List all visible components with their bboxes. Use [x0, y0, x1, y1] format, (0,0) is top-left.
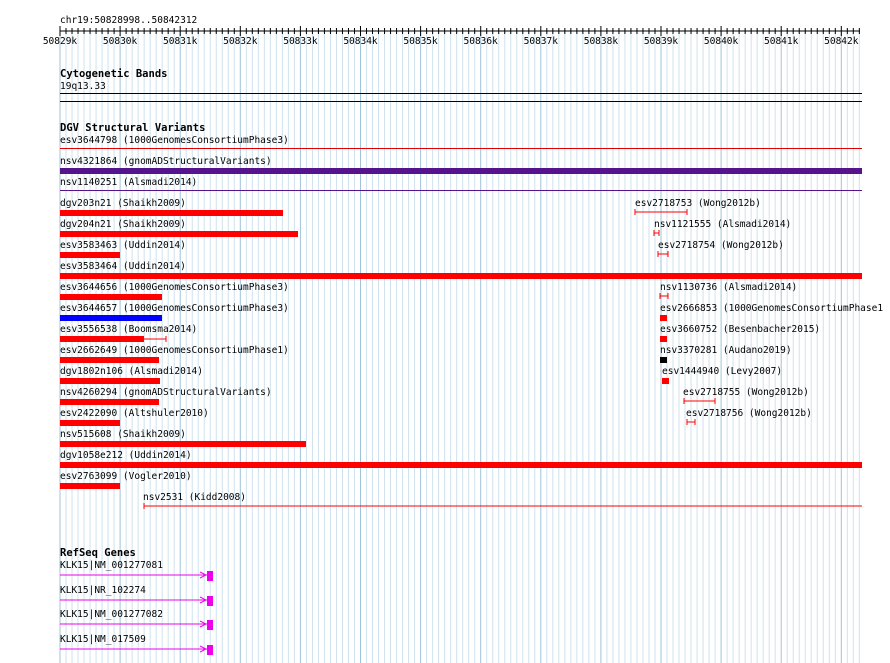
ruler-tick-label: 50840k	[703, 36, 739, 47]
dgv-track-title: DGV Structural Variants	[60, 122, 206, 134]
dgv-feature-bar[interactable]	[60, 294, 162, 300]
dgv-feature-bar[interactable]	[60, 336, 144, 342]
dgv-feature-bar[interactable]	[60, 168, 862, 174]
dgv-feature-label[interactable]: nsv3370281 (Audano2019)	[660, 345, 792, 356]
dgv-feature-label[interactable]: dgv204n21 (Shaikh2009)	[60, 219, 186, 230]
ruler-tick-label: 50829k	[42, 36, 78, 47]
refseq-gene-model[interactable]	[60, 594, 216, 608]
dgv-feature-label[interactable]: esv3644798 (1000GenomesConsortiumPhase3)	[60, 135, 289, 146]
ruler-tick-label: 50836k	[463, 36, 498, 47]
dgv-feature-label[interactable]: esv2718756 (Wong2012b)	[686, 408, 812, 419]
dgv-feature-label[interactable]: dgv1802n106 (Alsmadi2014)	[60, 366, 203, 377]
dgv-feature-bar[interactable]	[60, 441, 306, 447]
dgv-feature-label[interactable]: esv2763099 (Vogler2010)	[60, 471, 192, 482]
dgv-feature-whisker[interactable]	[657, 250, 671, 258]
dgv-feature-bar[interactable]	[662, 378, 669, 384]
dgv-feature-bar[interactable]	[60, 273, 862, 279]
dgv-feature-label[interactable]: esv3644656 (1000GenomesConsortiumPhase3)	[60, 282, 289, 293]
refseq-gene-model[interactable]	[60, 643, 216, 657]
dgv-feature-label[interactable]: esv2718754 (Wong2012b)	[658, 240, 784, 251]
dgv-feature-whisker[interactable]	[634, 208, 690, 216]
dgv-feature-bar[interactable]	[60, 483, 120, 489]
dgv-feature-bar[interactable]	[60, 420, 120, 426]
dgv-feature-bar[interactable]	[660, 336, 667, 342]
genome-browser-panel: chr19:50828998..50842312 50829k 50830k 508…	[0, 0, 890, 663]
dgv-feature-whisker[interactable]	[683, 397, 719, 405]
dgv-feature-label[interactable]: esv2662649 (1000GenomesConsortiumPhase1)	[60, 345, 289, 356]
dgv-feature-label[interactable]: dgv203n21 (Shaikh2009)	[60, 198, 186, 209]
dgv-feature-label[interactable]: esv2666853 (1000GenomesConsortiumPhase1	[660, 303, 883, 314]
dgv-feature-label[interactable]: nsv1121555 (Alsmadi2014)	[654, 219, 791, 230]
ruler-tick-label: 50841k	[764, 36, 799, 47]
dgv-feature-bar[interactable]	[60, 210, 283, 216]
ruler-tick-label: 50837k	[523, 36, 558, 47]
dgv-feature-whisker[interactable]	[144, 335, 168, 343]
track-divider	[60, 101, 862, 102]
dgv-feature-label[interactable]: esv2422090 (Altshuler2010)	[60, 408, 209, 419]
cytoband-title: Cytogenetic Bands	[60, 68, 168, 80]
refseq-gene-model[interactable]	[60, 618, 216, 632]
dgv-feature-label[interactable]: esv3583463 (Uddin2014)	[60, 240, 186, 251]
dgv-feature-label[interactable]: esv3556538 (Boomsma2014)	[60, 324, 197, 335]
ruler-tick-label: 50834k	[343, 36, 378, 47]
dgv-feature-label[interactable]: nsv1130736 (Alsmadi2014)	[660, 282, 797, 293]
ruler-tick-label: 50830k	[102, 36, 138, 47]
dgv-feature-label[interactable]: nsv4260294 (gnomADStructuralVariants)	[60, 387, 272, 398]
dgv-feature-label[interactable]: dgv1058e212 (Uddin2014)	[60, 450, 192, 461]
cytoband-bar[interactable]	[60, 93, 862, 94]
dgv-feature-bar[interactable]	[60, 252, 120, 258]
dgv-feature-label[interactable]: esv3644657 (1000GenomesConsortiumPhase3)	[60, 303, 289, 314]
dgv-feature-bar[interactable]	[60, 378, 160, 384]
dgv-feature-label[interactable]: nsv1140251 (Alsmadi2014)	[60, 177, 197, 188]
dgv-feature-label[interactable]: esv3583464 (Uddin2014)	[60, 261, 186, 272]
cytoband-label: 19q13.33	[60, 81, 106, 92]
ruler-tick-label: 50831k	[163, 36, 198, 47]
dgv-feature-label[interactable]: nsv515608 (Shaikh2009)	[60, 429, 186, 440]
dgv-feature-bar[interactable]	[60, 231, 298, 237]
refseq-gene-model[interactable]	[60, 569, 216, 583]
dgv-feature-whisker[interactable]	[653, 229, 663, 237]
ruler-tick-label: 50839k	[643, 36, 679, 47]
ruler-tick-label: 50838k	[583, 36, 619, 47]
ruler-tick-label: 50833k	[283, 36, 318, 47]
dgv-feature-bar[interactable]	[60, 315, 162, 321]
dgv-feature-bar[interactable]	[660, 357, 667, 363]
dgv-feature-label[interactable]: nsv4321864 (gnomADStructuralVariants)	[60, 156, 272, 167]
ruler-tick-label: 50835k	[403, 36, 438, 47]
dgv-feature-bar[interactable]	[60, 190, 862, 191]
ruler-tick-label: 50842k	[824, 36, 859, 47]
dgv-feature-bar[interactable]	[60, 462, 862, 468]
dgv-feature-label[interactable]: esv3660752 (Besenbacher2015)	[660, 324, 820, 335]
dgv-feature-bar[interactable]	[60, 357, 159, 363]
dgv-feature-whisker[interactable]	[686, 418, 698, 426]
refseq-track-title: RefSeq Genes	[60, 547, 136, 559]
dgv-feature-label[interactable]: esv1444940 (Levy2007)	[662, 366, 782, 377]
dgv-feature-bar[interactable]	[60, 399, 159, 405]
dgv-feature-whisker[interactable]	[143, 502, 863, 510]
ruler-tick-label: 50832k	[223, 36, 258, 47]
dgv-feature-bar[interactable]	[60, 148, 862, 149]
dgv-feature-whisker[interactable]	[659, 292, 671, 300]
dgv-feature-bar[interactable]	[660, 315, 667, 321]
